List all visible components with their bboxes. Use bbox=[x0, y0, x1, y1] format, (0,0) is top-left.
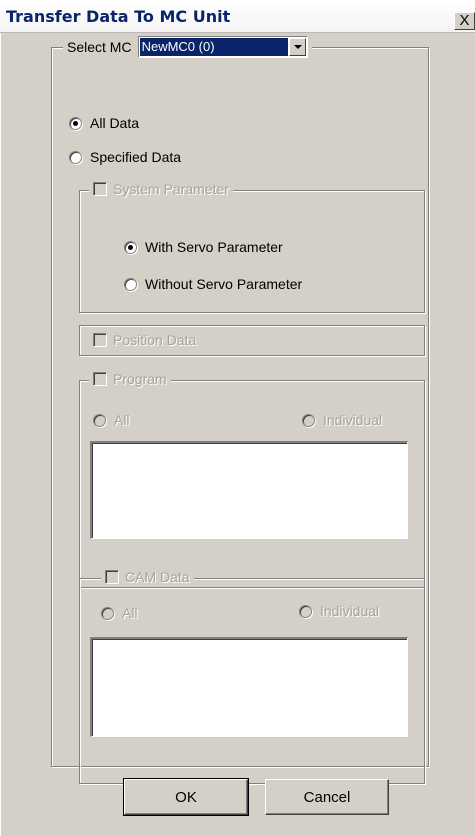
radio-specified-data[interactable]: Specified Data bbox=[69, 149, 181, 165]
close-button[interactable]: X bbox=[454, 12, 475, 30]
radio-cam-all-indicator[interactable] bbox=[101, 606, 114, 620]
radio-program-all-label: All bbox=[114, 412, 130, 428]
radio-program-individual-indicator[interactable] bbox=[302, 413, 315, 427]
program-label: Program bbox=[113, 371, 167, 387]
radio-with-servo-label: With Servo Parameter bbox=[145, 239, 283, 255]
radio-cam-all-label: All bbox=[122, 605, 138, 621]
radio-cam-individual-label: Individual bbox=[320, 603, 380, 619]
position-data-legend: Position Data bbox=[89, 332, 201, 348]
select-mc-dropdown[interactable]: NewMC0 (0) bbox=[137, 36, 308, 58]
radio-program-all[interactable]: All bbox=[93, 412, 130, 428]
ok-button[interactable]: OK bbox=[124, 779, 248, 815]
radio-without-servo-label: Without Servo Parameter bbox=[145, 276, 303, 292]
radio-all-data[interactable]: All Data bbox=[69, 115, 139, 131]
select-mc-value: NewMC0 (0) bbox=[139, 38, 288, 56]
close-icon: X bbox=[459, 12, 470, 29]
title-bar: Transfer Data To MC Unit X bbox=[0, 0, 475, 33]
radio-cam-individual-indicator[interactable] bbox=[299, 604, 312, 618]
cam-data-label: CAM Data bbox=[125, 569, 190, 585]
radio-with-servo-indicator[interactable] bbox=[124, 240, 137, 254]
system-parameter-legend: System Parameter bbox=[89, 181, 233, 197]
radio-program-individual-label: Individual bbox=[323, 412, 383, 428]
cam-data-listbox[interactable] bbox=[90, 637, 408, 737]
radio-with-servo[interactable]: With Servo Parameter bbox=[124, 239, 283, 255]
cam-data-checkbox[interactable] bbox=[105, 570, 119, 584]
radio-program-all-indicator[interactable] bbox=[93, 413, 106, 427]
program-legend: Program bbox=[89, 371, 171, 387]
cancel-button[interactable]: Cancel bbox=[265, 779, 389, 815]
system-parameter-checkbox[interactable] bbox=[93, 182, 107, 196]
radio-specified-data-indicator[interactable] bbox=[69, 150, 82, 164]
dialog-body: Select MC NewMC0 (0) All Data Specified … bbox=[0, 33, 475, 836]
program-checkbox[interactable] bbox=[93, 372, 107, 386]
radio-all-data-label: All Data bbox=[90, 115, 140, 131]
chevron-down-icon[interactable] bbox=[288, 38, 306, 56]
position-data-label: Position Data bbox=[113, 332, 197, 348]
system-parameter-label: System Parameter bbox=[113, 181, 229, 197]
radio-all-data-indicator[interactable] bbox=[69, 116, 82, 130]
radio-cam-individual[interactable]: Individual bbox=[299, 603, 379, 619]
radio-without-servo[interactable]: Without Servo Parameter bbox=[124, 276, 302, 292]
radio-specified-data-label: Specified Data bbox=[90, 149, 182, 165]
select-mc-legend: Select MC NewMC0 (0) bbox=[63, 36, 312, 58]
radio-cam-all[interactable]: All bbox=[101, 605, 138, 621]
position-data-checkbox[interactable] bbox=[93, 333, 107, 347]
radio-program-individual[interactable]: Individual bbox=[302, 412, 382, 428]
window-title: Transfer Data To MC Unit bbox=[6, 7, 231, 26]
radio-without-servo-indicator[interactable] bbox=[124, 277, 137, 291]
cam-data-legend: CAM Data bbox=[101, 569, 194, 585]
program-listbox[interactable] bbox=[90, 441, 408, 539]
select-mc-label: Select MC bbox=[67, 39, 132, 55]
